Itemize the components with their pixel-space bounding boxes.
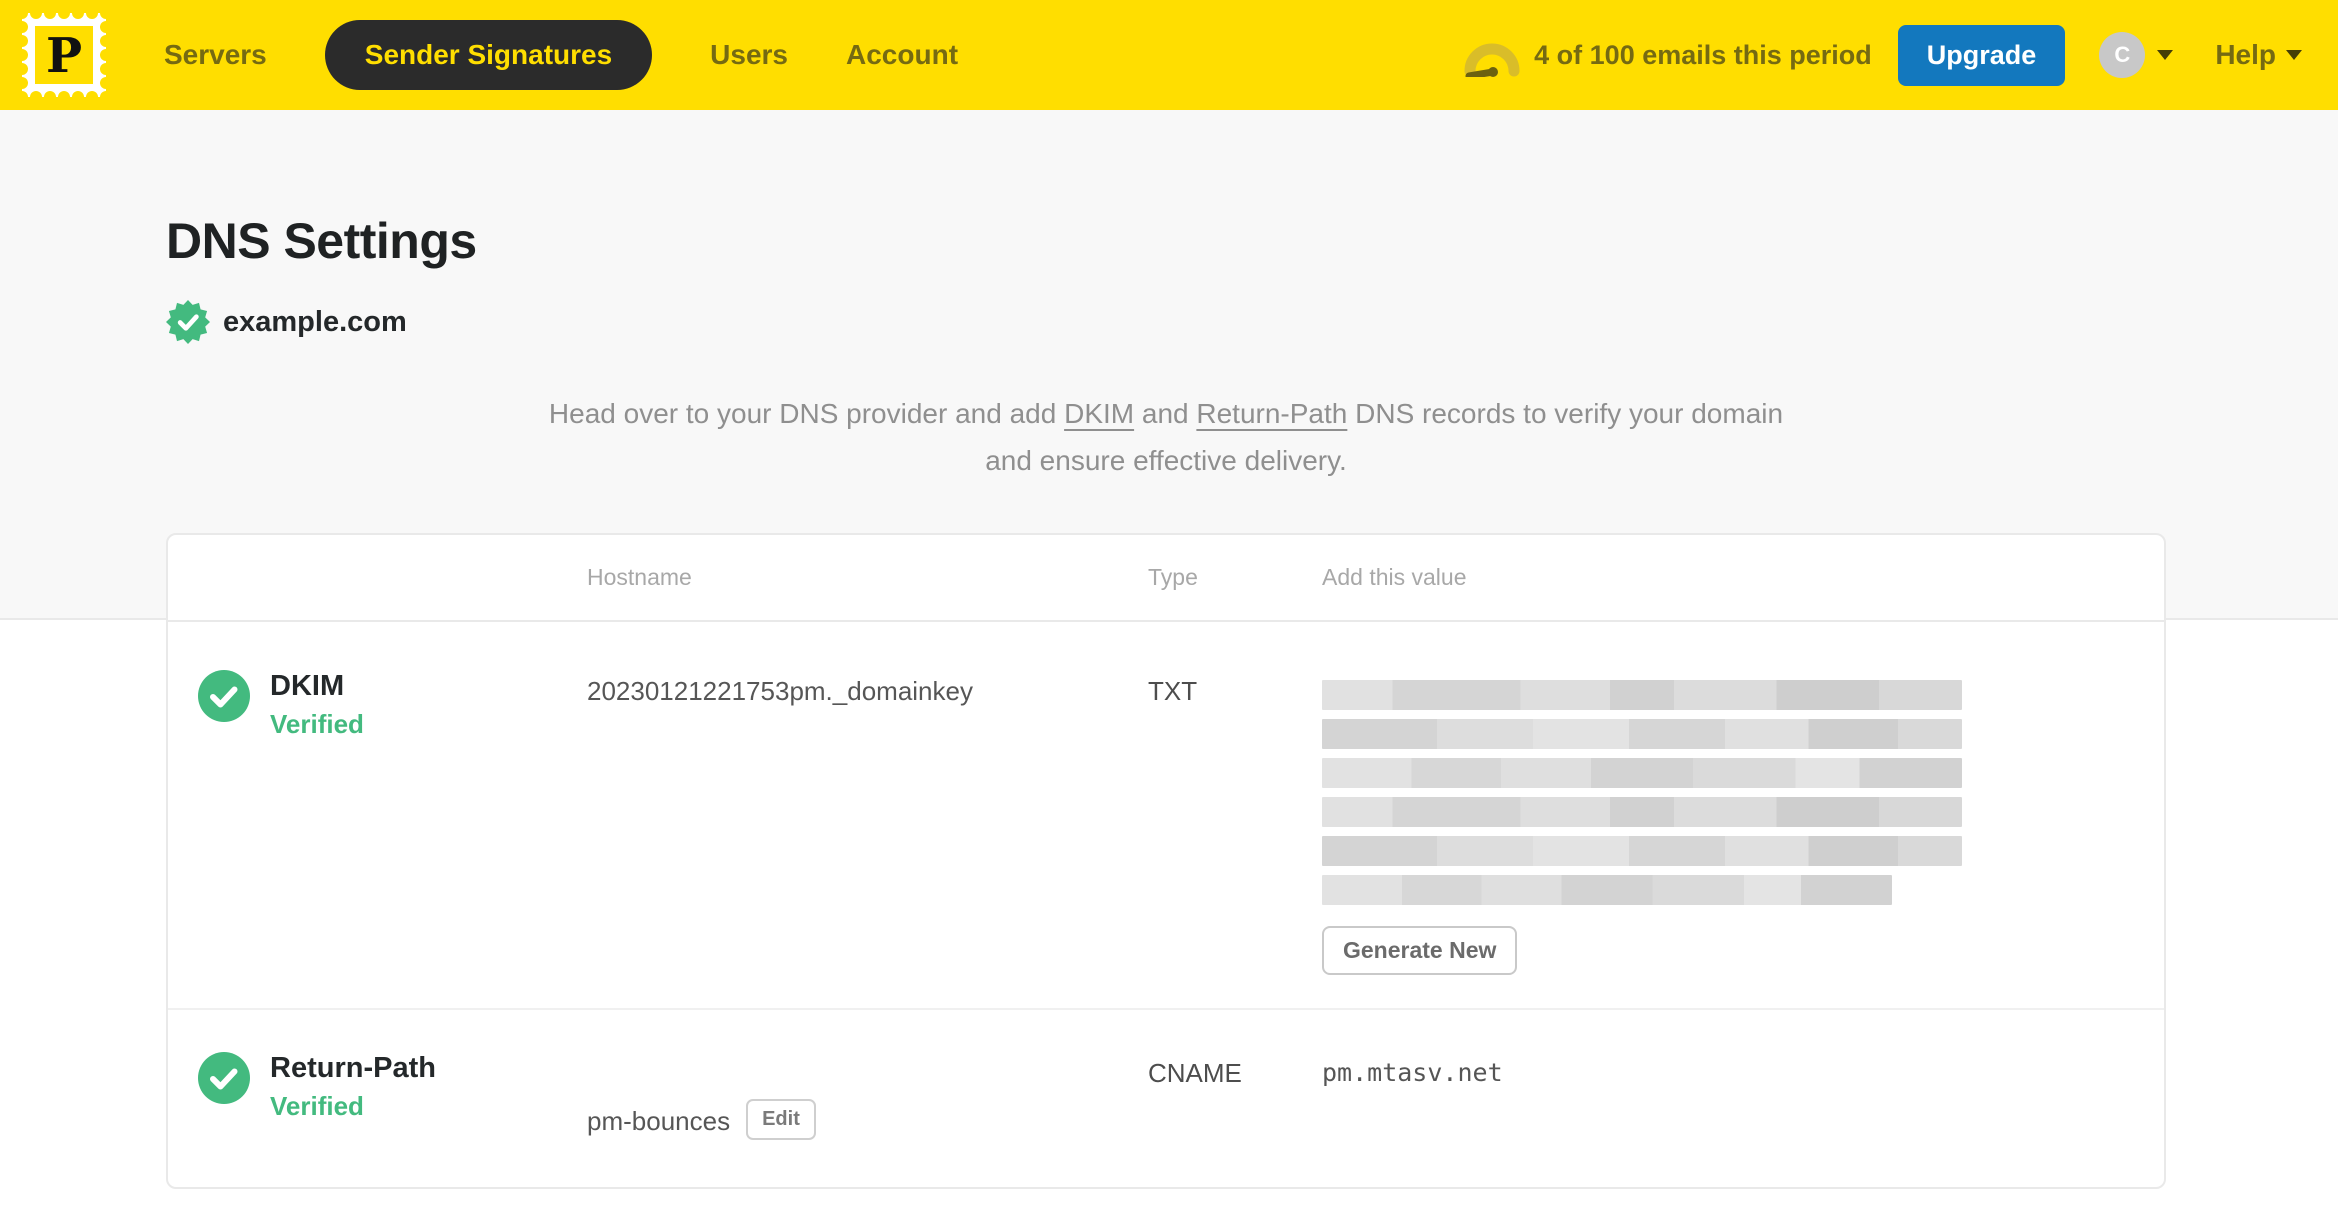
edit-button[interactable]: Edit [746, 1099, 816, 1140]
dns-records-card: Hostname Type Add this value DKIM Verifi… [166, 533, 2166, 1189]
nav-item-users[interactable]: Users [710, 39, 788, 71]
status-badge: Verified [270, 1091, 364, 1121]
table-header-row: Hostname Type Add this value [168, 535, 2164, 622]
dkim-link[interactable]: DKIM [1064, 398, 1134, 429]
return-path-value: pm.mtasv.net [1322, 1058, 1503, 1087]
status-badge: Verified [270, 709, 364, 739]
chevron-down-icon[interactable] [2157, 50, 2174, 60]
nav-item-account[interactable]: Account [846, 39, 958, 71]
postmark-logo[interactable]: P [22, 13, 106, 97]
redacted-value-bar [1322, 758, 1962, 788]
help-menu[interactable]: Help [2215, 39, 2302, 71]
column-header-value: Add this value [1322, 564, 1467, 590]
dkim-value-redacted: Generate New [1322, 680, 2164, 1008]
help-label[interactable]: Help [2215, 39, 2276, 71]
dkim-record-type: TXT [1148, 676, 1198, 706]
return-path-record-type: CNAME [1148, 1058, 1242, 1088]
redacted-value-bar [1322, 875, 1892, 905]
navbar-right: 4 of 100 emails this period Upgrade C He… [1462, 24, 2302, 86]
verified-check-icon [198, 1052, 250, 1104]
chevron-down-icon[interactable] [2286, 50, 2302, 60]
usage-meter: 4 of 100 emails this period [1462, 33, 1872, 77]
return-path-hostname: pm-bounces [587, 1106, 731, 1136]
redacted-value-bar [1322, 797, 1962, 827]
nav-item-servers[interactable]: Servers [164, 39, 267, 71]
verified-check-icon [198, 670, 250, 722]
nav-item-sender-signatures[interactable]: Sender Signatures [324, 20, 653, 90]
column-header-hostname: Hostname [587, 564, 692, 590]
table-row-return-path: Return-Path Verified pm-bounces Edit CNA… [168, 1010, 2164, 1189]
usage-text: 4 of 100 emails this period [1534, 39, 1872, 70]
domain-row: example.com [166, 300, 2166, 344]
instructions-text: Head over to your DNS provider and add [548, 398, 1065, 429]
top-navbar: P Servers Sender Signatures Users Accoun… [0, 0, 2338, 110]
table-row-dkim: DKIM Verified 20230121221753pm._domainke… [168, 622, 2164, 1010]
record-name: Return-Path [270, 1052, 436, 1084]
instructions-text: and [1134, 398, 1197, 429]
logo-letter: P [46, 28, 82, 84]
page-title: DNS Settings [166, 213, 477, 269]
upgrade-button[interactable]: Upgrade [1897, 24, 2066, 86]
dkim-hostname: 20230121221753pm._domainkey [587, 676, 973, 706]
return-path-link[interactable]: Return-Path [1196, 398, 1347, 429]
redacted-value-bar [1322, 680, 1962, 710]
record-name: DKIM [270, 670, 345, 702]
account-menu[interactable]: C [2099, 32, 2174, 78]
verified-seal-icon [166, 300, 210, 344]
column-header-type: Type [1148, 564, 1198, 590]
gauge-icon [1464, 43, 1520, 77]
generate-new-button[interactable]: Generate New [1322, 926, 1518, 975]
domain-name: example.com [223, 305, 407, 338]
avatar[interactable]: C [2099, 32, 2146, 78]
primary-nav: Servers Sender Signatures Users Account [164, 20, 958, 90]
redacted-value-bar [1322, 719, 1962, 749]
redacted-value-bar [1322, 836, 1962, 866]
dns-instructions: Head over to your DNS provider and add D… [536, 390, 1796, 484]
